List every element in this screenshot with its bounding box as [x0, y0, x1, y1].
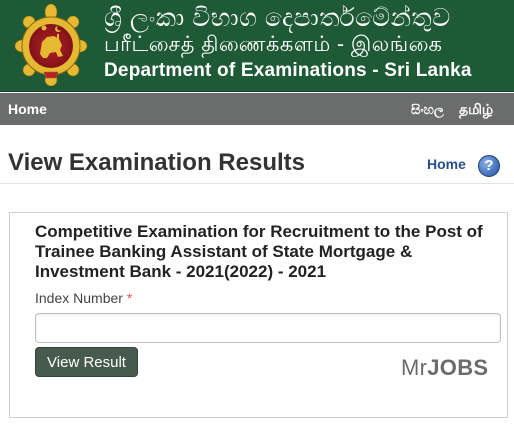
banner-sinhala-title: ශ්‍රී ලංකා විභාග දෙපාර්තමේන්තුව — [104, 4, 451, 32]
watermark-prefix: Mr — [401, 355, 428, 380]
nav-home-link[interactable]: Home — [8, 101, 47, 117]
help-icon[interactable]: ? — [478, 155, 500, 177]
mrjobs-watermark: MrJOBS — [401, 355, 488, 381]
nav-tamil-link[interactable]: தமிழ் — [459, 101, 493, 120]
index-number-label-text: Index Number — [35, 290, 123, 306]
banner-english-title: Department of Examinations - Sri Lanka — [104, 60, 472, 81]
index-number-label: Index Number * — [35, 290, 132, 306]
sri-lanka-emblem-icon — [14, 4, 88, 86]
view-result-button[interactable]: View Result — [35, 347, 138, 377]
page-header: View Examination Results Home ? — [0, 126, 514, 184]
banner-tamil-title: பரீட்சைத் திணைக்களம் - இலங்கை — [104, 33, 443, 56]
required-marker: * — [126, 290, 133, 306]
exam-title: Competitive Examination for Recruitment … — [35, 222, 483, 281]
nav-sinhala-link[interactable]: සිංහල — [411, 102, 444, 118]
site-banner: ශ්‍රී ලංකා විභාග දෙපාර්තමේන්තුව பரீட்சைத… — [0, 0, 514, 92]
page-title: View Examination Results — [8, 149, 305, 176]
top-navbar: Home සිංහල தமிழ் — [0, 93, 514, 125]
index-number-input[interactable] — [35, 313, 501, 343]
header-home-link[interactable]: Home — [427, 156, 466, 172]
results-form-card: Competitive Examination for Recruitment … — [9, 212, 508, 418]
watermark-bold: JOBS — [427, 355, 489, 380]
